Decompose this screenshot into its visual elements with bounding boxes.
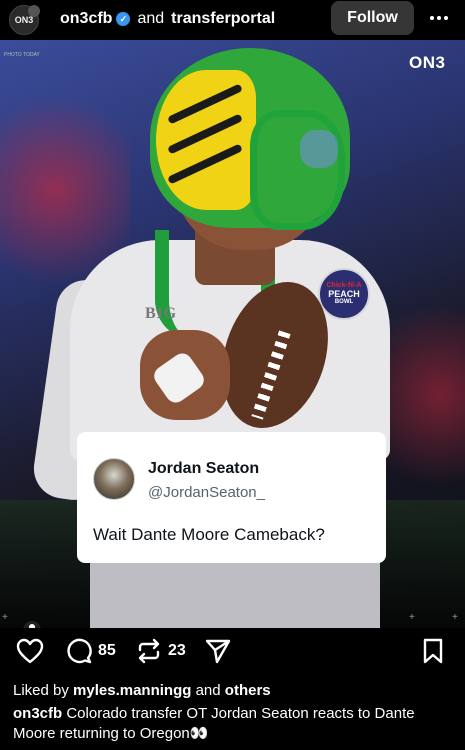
peach-bowl-patch: Chick-fil-A PEACH BOWL <box>318 268 370 320</box>
photo-credit: PHOTO TODAY <box>4 52 40 58</box>
helmet-visor <box>300 130 338 168</box>
tweet-author-avatar <box>93 458 135 500</box>
bowl-patch-subtitle: BOWL <box>334 299 354 305</box>
liked-by-and: and <box>195 682 221 699</box>
caption-author-link[interactable]: on3cfb <box>13 705 62 722</box>
tweet-card: Jordan Seaton @JordanSeaton_ Wait Dante … <box>77 432 386 563</box>
more-options-icon[interactable] <box>426 6 452 30</box>
liked-by-prefix: Liked by <box>13 682 69 699</box>
account-avatar[interactable]: ON3 <box>9 5 40 35</box>
repost-icon <box>138 638 160 664</box>
repost-button[interactable]: 23 <box>136 638 186 664</box>
bowl-patch-sponsor: Chick-fil-A <box>326 282 362 289</box>
tweet-author-name: Jordan Seaton <box>148 460 260 477</box>
comment-icon <box>67 638 92 664</box>
save-button[interactable] <box>421 638 445 664</box>
share-button[interactable] <box>204 638 232 664</box>
caption-text: Colorado transfer OT Jordan Seaton react… <box>13 705 415 742</box>
on3-watermark: ON3 <box>409 53 446 72</box>
collaborator-name-link[interactable]: transferportal <box>171 10 275 28</box>
big-ten-patch: B1G <box>145 305 177 322</box>
follow-button[interactable]: Follow <box>331 1 414 35</box>
post-caption: on3cfb Colorado transfer OT Jordan Seato… <box>13 704 458 744</box>
post-media[interactable]: PHOTO TODAY ON3 B1G Chick-fil-A PEACH BO… <box>0 40 465 628</box>
action-bar: 85 23 <box>0 628 465 674</box>
liked-by-others-link[interactable]: others <box>225 682 271 699</box>
crop-mark: + <box>409 612 415 623</box>
send-icon <box>205 639 231 664</box>
bookmark-icon <box>423 638 443 664</box>
bowl-patch-title: PEACH <box>328 289 360 299</box>
liked-by-user-link[interactable]: myles.manningg <box>73 682 191 699</box>
liked-by-line: Liked by myles.manningg and others <box>13 682 271 699</box>
tweet-text: Wait Dante Moore Cameback? <box>93 525 325 544</box>
heart-icon <box>16 638 44 664</box>
post-header: ON3 on3cfb ✓ and transferportal Follow <box>0 0 465 40</box>
comment-button[interactable]: 85 <box>64 638 116 664</box>
crop-mark: + <box>2 612 8 623</box>
account-name-link[interactable]: on3cfb <box>60 10 112 28</box>
like-button[interactable] <box>16 638 44 664</box>
helmet-facemask <box>250 110 345 230</box>
account-line: on3cfb ✓ and transferportal <box>60 10 275 28</box>
repost-count: 23 <box>168 642 186 659</box>
collab-avatar-badge <box>28 5 40 17</box>
background-crowd-right <box>380 280 465 510</box>
verified-icon: ✓ <box>116 12 131 26</box>
tweet-author-handle: @JordanSeaton_ <box>148 484 265 501</box>
account-joiner: and <box>137 10 165 27</box>
crop-mark: + <box>452 612 458 623</box>
avatar-logo-text: ON3 <box>14 15 34 25</box>
comment-count: 85 <box>98 642 116 659</box>
